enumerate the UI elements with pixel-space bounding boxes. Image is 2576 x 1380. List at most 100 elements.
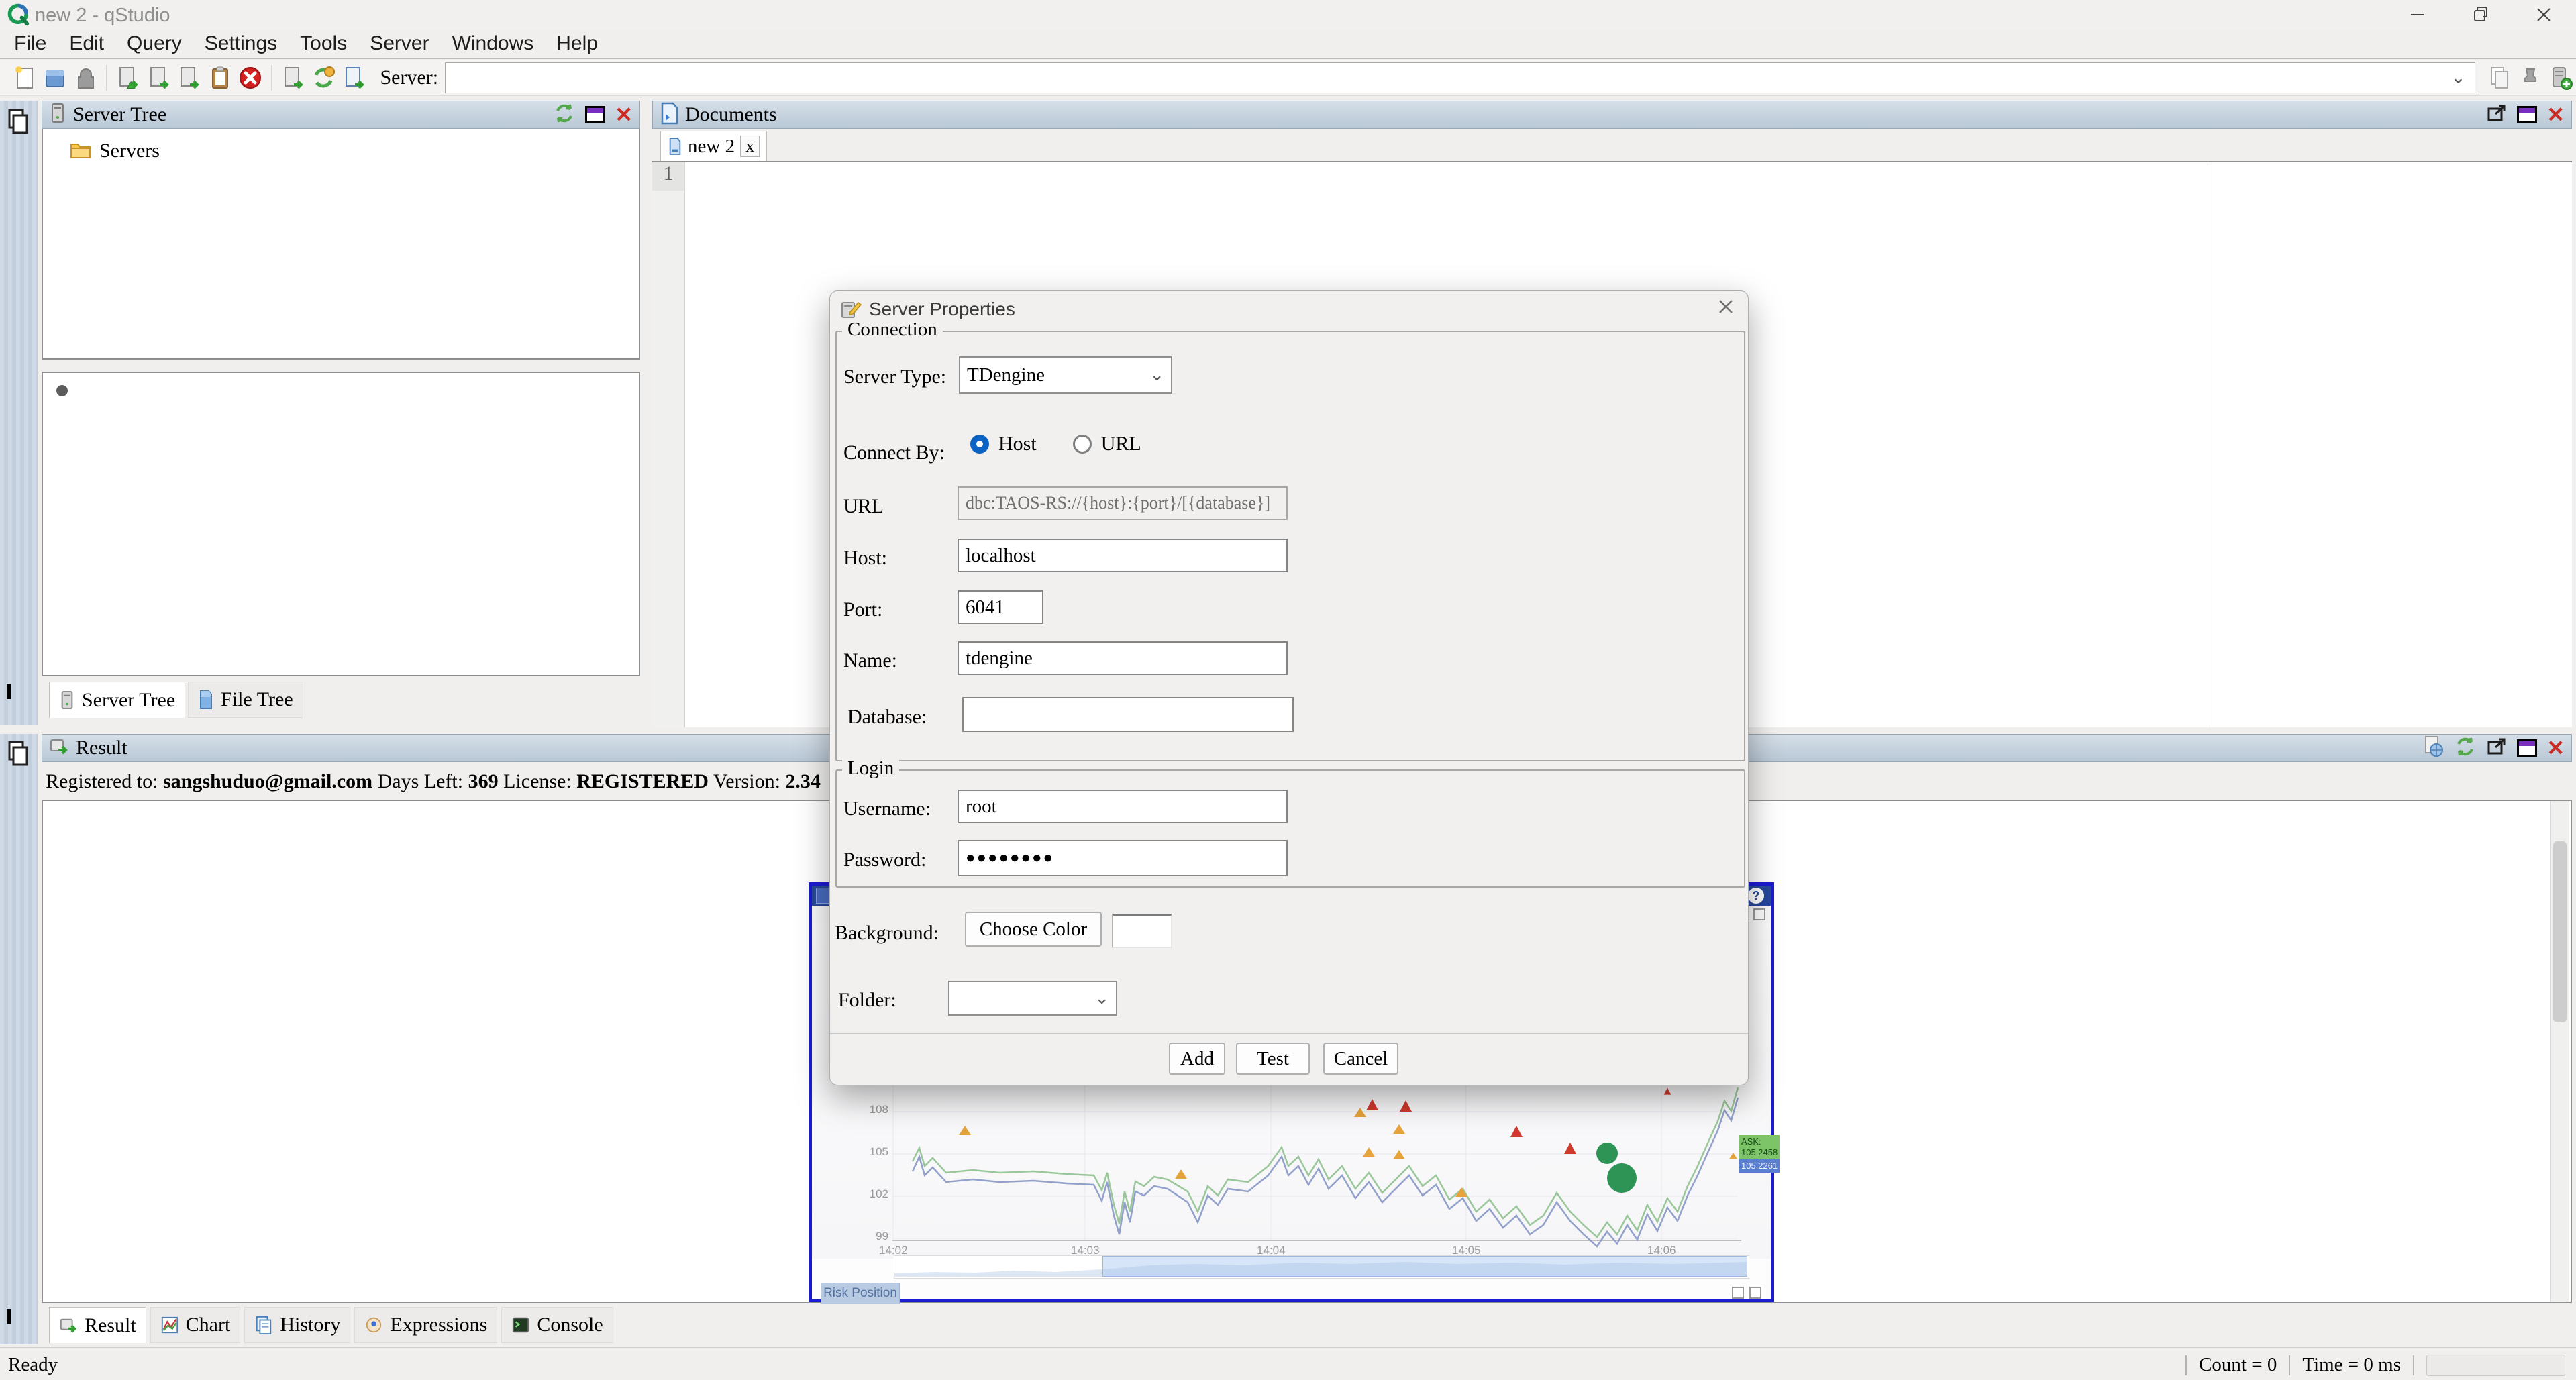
bid-price-label: 105.2261 (1739, 1159, 1780, 1173)
new-document-icon[interactable] (10, 63, 40, 93)
dock-pages-icon-2[interactable] (5, 739, 32, 774)
tab-label: Chart (186, 1314, 231, 1336)
result-scrollbar[interactable] (2550, 801, 2569, 1302)
buy-marker (1393, 1124, 1405, 1134)
port-label: Port: (843, 598, 882, 621)
dock-window-icon[interactable] (7, 684, 11, 699)
test-button[interactable]: Test (1236, 1043, 1310, 1075)
menu-file[interactable]: File (3, 32, 58, 55)
status-time: Time = 0 ms (2302, 1354, 2401, 1376)
tab-console[interactable]: Console (501, 1307, 613, 1343)
maximize-panel-icon[interactable] (2517, 106, 2537, 123)
risk-position-tab[interactable]: Risk Position (821, 1283, 900, 1304)
tab-result[interactable]: Result (49, 1307, 146, 1343)
menu-tools[interactable]: Tools (289, 32, 358, 55)
radio-url-label: URL (1101, 433, 1141, 456)
run-line-icon[interactable] (144, 63, 174, 93)
sell-marker (1564, 1143, 1576, 1154)
add-button[interactable]: Add (1169, 1043, 1225, 1075)
username-field[interactable] (958, 790, 1288, 823)
export-icon[interactable] (2423, 735, 2444, 761)
refresh-clock-icon[interactable] (309, 63, 338, 93)
document-tab-new2[interactable]: new 2 x (660, 131, 767, 161)
maximize-panel-icon[interactable] (585, 106, 605, 123)
name-field[interactable] (958, 641, 1288, 675)
document-tab-close[interactable]: x (740, 136, 760, 157)
close-panel-icon[interactable]: ✕ (615, 104, 633, 125)
tab-server-tree[interactable]: Server Tree (49, 682, 185, 718)
cancel-button[interactable]: Cancel (1323, 1043, 1398, 1075)
pin-icon-disabled[interactable] (2516, 63, 2545, 93)
menu-query[interactable]: Query (115, 32, 193, 55)
dock-window-icon-2[interactable] (7, 1309, 11, 1324)
menu-help[interactable]: Help (545, 32, 609, 55)
line-number: 1 (652, 162, 684, 191)
copy-results-icon[interactable] (2485, 63, 2514, 93)
save-icon-disabled[interactable] (71, 63, 101, 93)
open-in-editor-icon[interactable] (340, 63, 369, 93)
connect-by-radios: Host URL (970, 433, 1141, 456)
maximize-button[interactable] (2449, 0, 2512, 30)
bgwin-window-icon[interactable] (1753, 908, 1765, 920)
database-field[interactable] (962, 697, 1294, 732)
popout-icon[interactable] (2486, 103, 2508, 127)
license-version: 2.34 (785, 770, 821, 792)
choose-color-button[interactable]: Choose Color (965, 912, 1102, 947)
y-tick: 105 (870, 1145, 888, 1159)
license-email: sangshuduo@gmail.com (163, 770, 372, 792)
server-list-content (42, 372, 640, 676)
main-toolbar: Server: ⌄ (0, 60, 2576, 96)
radio-host[interactable] (970, 435, 989, 454)
tab-label: Expressions (390, 1314, 487, 1336)
refresh-icon[interactable] (553, 102, 576, 128)
run-query-icon[interactable] (113, 63, 143, 93)
dock-pages-icon[interactable] (5, 107, 32, 142)
server-type-select[interactable]: TDengine ⌄ (959, 356, 1172, 394)
close-panel-icon[interactable]: ✕ (2546, 737, 2565, 759)
tab-history[interactable]: History (244, 1307, 350, 1343)
host-field[interactable] (958, 539, 1288, 572)
tab-chart[interactable]: Chart (150, 1307, 241, 1343)
radio-url[interactable] (1073, 435, 1092, 454)
bgwin-popout-icon-2[interactable] (1732, 1287, 1744, 1299)
menu-server[interactable]: Server (358, 32, 440, 55)
tab-expressions[interactable]: Expressions (354, 1307, 497, 1343)
menu-windows[interactable]: Windows (441, 32, 546, 55)
scrollbar-thumb[interactable] (2553, 841, 2567, 1022)
name-label: Name: (843, 649, 897, 672)
dialog-close-icon[interactable] (1716, 297, 1736, 320)
database-label: Database: (847, 706, 927, 729)
sell-marker (1366, 1099, 1378, 1110)
menu-settings[interactable]: Settings (193, 32, 289, 55)
server-selector[interactable]: ⌄ (445, 62, 2475, 93)
minimize-button[interactable] (2386, 0, 2449, 30)
folder-select[interactable]: ⌄ (948, 981, 1117, 1016)
maximize-panel-icon[interactable] (2517, 739, 2537, 757)
chevron-down-icon: ⌄ (2451, 67, 2466, 88)
add-server-icon[interactable] (2546, 63, 2576, 93)
popout-icon[interactable] (2486, 736, 2508, 761)
connection-legend: Connection (842, 319, 943, 341)
tree-item-servers[interactable]: Servers (43, 129, 639, 162)
close-button[interactable] (2512, 0, 2575, 30)
password-field[interactable] (958, 840, 1288, 876)
tab-label: Server Tree (82, 689, 175, 712)
menu-edit[interactable]: Edit (58, 32, 115, 55)
refresh-icon[interactable] (2454, 735, 2477, 761)
clipboard-icon[interactable] (205, 63, 235, 93)
tab-file-tree[interactable]: File Tree (188, 682, 303, 718)
port-field[interactable] (958, 590, 1043, 624)
send-query-icon[interactable] (278, 63, 308, 93)
help-icon[interactable]: ? (1748, 888, 1764, 904)
open-file-icon[interactable] (40, 63, 70, 93)
run-selection-icon[interactable] (174, 63, 204, 93)
tree-item-label: Servers (99, 140, 160, 162)
stop-query-icon[interactable] (236, 63, 265, 93)
chart-navigator[interactable] (894, 1255, 1749, 1279)
navigator-selection[interactable] (1102, 1256, 1747, 1277)
tab-label: File Tree (221, 688, 293, 711)
close-panel-icon[interactable]: ✕ (2546, 104, 2565, 125)
y-tick: 102 (870, 1187, 888, 1201)
application-window: new 2 - qStudio File Edit Query Settings… (0, 0, 2576, 1380)
bgwin-window-icon-2[interactable] (1749, 1287, 1761, 1299)
